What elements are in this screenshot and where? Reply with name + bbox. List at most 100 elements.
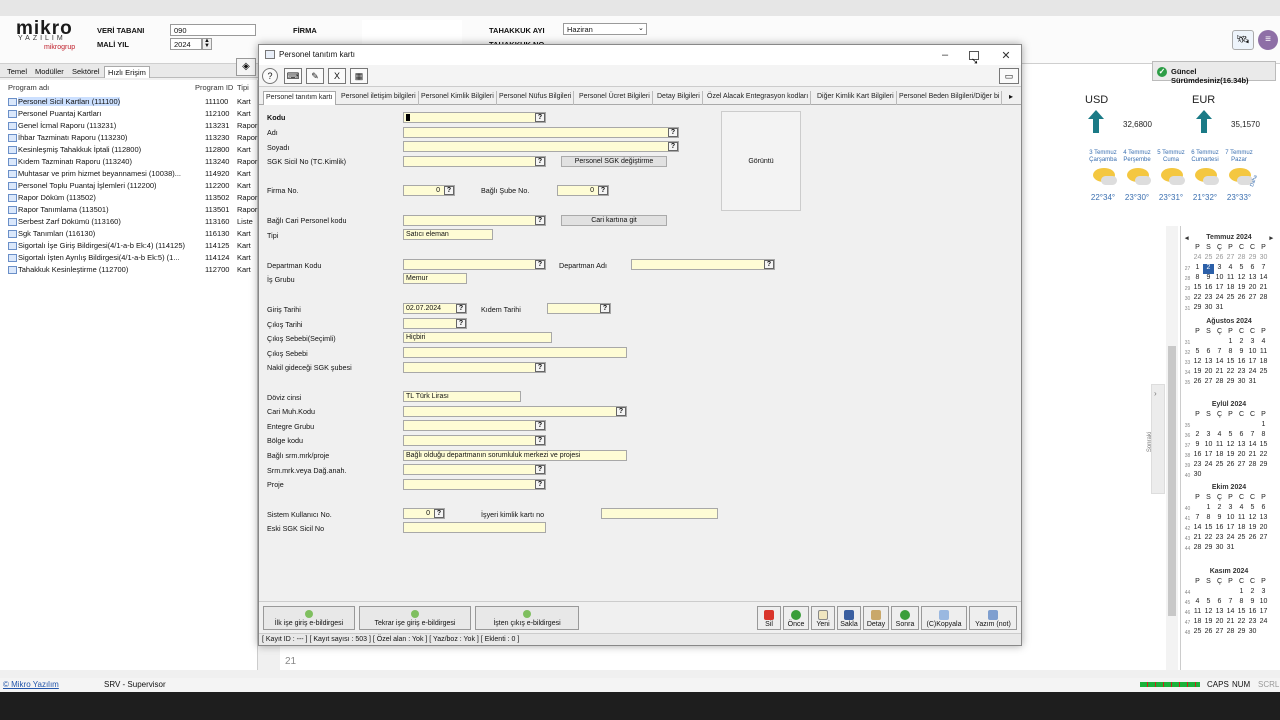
isyeri-kimlik-input[interactable]	[601, 508, 718, 519]
calendar-day[interactable]: 15	[1203, 524, 1214, 534]
calendar-day[interactable]: 12	[1236, 274, 1247, 284]
calendar-day[interactable]: 12	[1203, 608, 1214, 618]
calendar-day[interactable]: 12	[1247, 514, 1258, 524]
tab-temel[interactable]: Temel	[4, 66, 30, 77]
calendar-day[interactable]: 17	[1225, 524, 1236, 534]
calendar-day[interactable]: 5	[1236, 264, 1247, 274]
calendar-day[interactable]: 6	[1258, 504, 1269, 514]
calendar-day[interactable]: 27	[1214, 628, 1225, 638]
calendar-day[interactable]: 26	[1203, 628, 1214, 638]
calendar-day[interactable]: 14	[1192, 524, 1203, 534]
list-item[interactable]: Personel Sicil Kartları (111100) 111100 Ka…	[0, 96, 258, 108]
scrollbar[interactable]	[1166, 226, 1178, 670]
calendar-day[interactable]: 20	[1247, 284, 1258, 294]
calendar-day[interactable]	[1236, 544, 1247, 554]
list-item[interactable]: Personel Puantaj Kartları 112100 Kart	[0, 108, 258, 120]
cikis-sebebi-input[interactable]	[403, 347, 627, 358]
calendar-day[interactable]: 9	[1236, 348, 1247, 358]
calendar-day[interactable]: 25	[1192, 628, 1203, 638]
calendar-day[interactable]	[1192, 504, 1203, 514]
calendar-day[interactable]: 11	[1258, 348, 1269, 358]
calendar-day[interactable]	[1192, 421, 1203, 431]
calendar-day[interactable]: 3	[1225, 504, 1236, 514]
calendar-day[interactable]: 27	[1258, 534, 1269, 544]
once-button[interactable]: Önce	[783, 606, 809, 630]
calendar-day[interactable]: 28	[1192, 544, 1203, 554]
calendar-day[interactable]	[1214, 421, 1225, 431]
calendar-day[interactable]: 22	[1258, 451, 1269, 461]
departman-adi-input[interactable]: ?	[631, 259, 775, 270]
calendar-day[interactable]: 17	[1214, 284, 1225, 294]
calendar-day[interactable]: 1	[1192, 264, 1203, 274]
calendar-day[interactable]: 6	[1214, 598, 1225, 608]
calendar-day[interactable]	[1247, 304, 1258, 314]
calendar-day[interactable]: 30	[1192, 471, 1203, 481]
calendar-day[interactable]: 2	[1214, 504, 1225, 514]
calendar-day[interactable]: 29	[1192, 304, 1203, 314]
bagli-srm-input[interactable]: Bağlı olduğu departmanın sorumluluk merk…	[403, 450, 627, 461]
calendar-day[interactable]: 11	[1214, 441, 1225, 451]
tab-scroll-right[interactable]: ▸	[1009, 92, 1013, 101]
calendar-day[interactable]: 25	[1258, 368, 1269, 378]
list-item[interactable]: Sigortalı İşe Giriş Bildirgesi(4/1-a-b E…	[0, 240, 258, 252]
calendar-day[interactable]	[1192, 338, 1203, 348]
calendar-day[interactable]: 29	[1258, 461, 1269, 471]
calendar-day[interactable]: 2	[1247, 588, 1258, 598]
calendar-day[interactable]: 1	[1236, 588, 1247, 598]
calendar-day[interactable]: 13	[1203, 358, 1214, 368]
calendar-day[interactable]: 17	[1203, 451, 1214, 461]
calendar-day[interactable]: 26	[1247, 534, 1258, 544]
eski-sgk-input[interactable]	[403, 522, 546, 533]
calendar-day[interactable]: 30	[1258, 254, 1269, 264]
calendar-day[interactable]: 4	[1258, 338, 1269, 348]
calendar-day[interactable]	[1225, 421, 1236, 431]
sgk-sicil-input[interactable]: ?	[403, 156, 546, 167]
calendar-day[interactable]: 3	[1247, 338, 1258, 348]
tab-1[interactable]: Personel iletişim bilgileri	[339, 91, 419, 105]
calendar-day[interactable]: 14	[1225, 608, 1236, 618]
calendar-day[interactable]: 13	[1258, 514, 1269, 524]
calendar-day[interactable]: 4	[1236, 504, 1247, 514]
tab-0[interactable]: Personel tanıtım kartı	[263, 91, 336, 106]
soyadi-input[interactable]: ?	[403, 141, 679, 152]
bolge-input[interactable]: ?	[403, 435, 546, 446]
calendar-day[interactable]: 13	[1247, 274, 1258, 284]
veri-tabani-input[interactable]: 090	[170, 24, 256, 36]
calendar-day[interactable]: 5	[1203, 598, 1214, 608]
calendar-day[interactable]: 24	[1192, 254, 1203, 264]
list-item[interactable]: Serbest Zarf Dökümü (113160) 113160 Liste	[0, 216, 258, 228]
calendar-day[interactable]: 2	[1236, 338, 1247, 348]
entegre-input[interactable]: ?	[403, 420, 546, 431]
bagli-sube-input[interactable]: 0?	[557, 185, 609, 196]
calendar-day[interactable]	[1247, 421, 1258, 431]
list-item[interactable]: Muhtasar ve prim hizmet beyannamesi (100…	[0, 168, 258, 180]
calendar-day[interactable]	[1203, 421, 1214, 431]
cari-git-button[interactable]: Cari kartına git	[561, 215, 667, 226]
calendar-day[interactable]: 24	[1258, 618, 1269, 628]
calendar-day[interactable]	[1214, 471, 1225, 481]
calendar-day[interactable]: 28	[1214, 378, 1225, 388]
calendar-day[interactable]: 2	[1192, 431, 1203, 441]
calendar-day[interactable]: 6	[1247, 264, 1258, 274]
calendar-day[interactable]: 10	[1247, 348, 1258, 358]
calendar-day[interactable]: 20	[1258, 524, 1269, 534]
tab-moduller[interactable]: Modüller	[32, 66, 67, 77]
calendar-day[interactable]: 16	[1247, 608, 1258, 618]
calendar-day[interactable]: 17	[1258, 608, 1269, 618]
calendar-day[interactable]	[1225, 588, 1236, 598]
list-item[interactable]: İhbar Tazminatı Raporu (113230) 113230 Rap…	[0, 132, 258, 144]
sonraki-panel[interactable]: › Sonraki	[1147, 384, 1165, 494]
table-icon[interactable]: ▦	[350, 68, 368, 84]
calendar-day[interactable]: 15	[1225, 358, 1236, 368]
prev-month-icon[interactable]: ◂	[1185, 234, 1189, 242]
mali-yil-spinner[interactable]: ▲ ▼	[202, 38, 212, 50]
calendar-day[interactable]: 27	[1203, 378, 1214, 388]
calendar-day[interactable]: 13	[1236, 441, 1247, 451]
ilk-ise-giris-button[interactable]: İlk işe giriş e-bildirgesi	[263, 606, 355, 630]
calendar-day[interactable]: 3	[1203, 431, 1214, 441]
update-notice[interactable]: ✓ Güncel Sürümdesiniz(16.34b)	[1152, 61, 1276, 85]
calendar-day[interactable]: 30	[1247, 628, 1258, 638]
minimize-button[interactable]: –	[939, 49, 951, 61]
calendar-day[interactable]	[1258, 471, 1269, 481]
calendar-day[interactable]: 21	[1225, 618, 1236, 628]
